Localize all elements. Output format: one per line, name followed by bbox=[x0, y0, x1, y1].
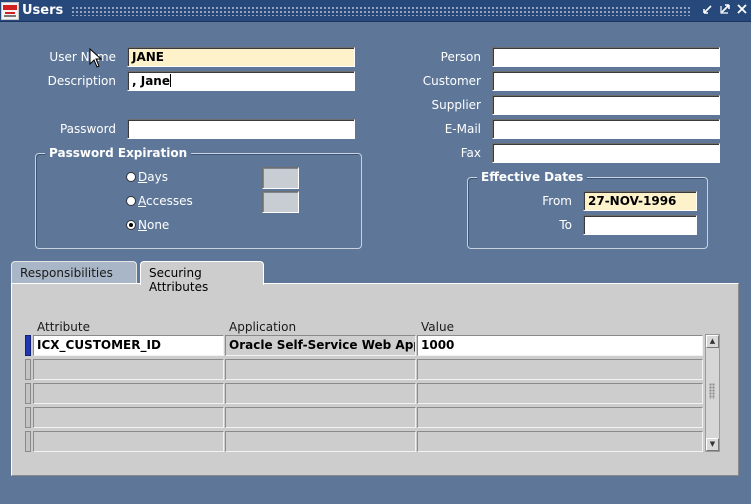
table-cell-value[interactable] bbox=[417, 383, 703, 404]
table-cell-value[interactable] bbox=[417, 359, 703, 380]
table-cell-value[interactable]: 1000 bbox=[417, 335, 703, 356]
table-cell-application[interactable]: Oracle Self-Service Web Appl bbox=[225, 335, 416, 356]
fax-field[interactable] bbox=[492, 143, 720, 163]
restore-down-icon[interactable] bbox=[700, 3, 716, 19]
supplier-label: Supplier bbox=[431, 98, 481, 112]
tab-securing-attributes[interactable]: Securing Attributes bbox=[140, 261, 264, 294]
to-date-field[interactable] bbox=[583, 215, 697, 235]
table-cell-value[interactable] bbox=[417, 407, 703, 428]
row-indicator[interactable] bbox=[25, 407, 31, 428]
titlebar-grip bbox=[71, 5, 692, 16]
days-radio[interactable]: Days bbox=[126, 170, 168, 184]
scroll-up-icon[interactable]: ▲ bbox=[706, 335, 719, 348]
effective-dates-title: Effective Dates bbox=[477, 169, 588, 185]
window-titlebar[interactable]: Users bbox=[0, 0, 751, 22]
maximize-icon[interactable] bbox=[717, 3, 733, 19]
text-caret bbox=[169, 74, 171, 87]
effective-dates-group bbox=[467, 177, 708, 249]
close-icon[interactable] bbox=[734, 3, 750, 19]
password-field[interactable] bbox=[127, 119, 355, 139]
table-cell-application[interactable] bbox=[225, 359, 416, 380]
table-cell-attribute[interactable] bbox=[33, 407, 224, 428]
description-label: Description bbox=[47, 74, 116, 88]
accesses-field[interactable] bbox=[262, 191, 299, 213]
none-radio-label: None bbox=[138, 218, 170, 232]
from-label: From bbox=[542, 194, 572, 208]
password-expiration-title: Password Expiration bbox=[45, 145, 192, 161]
table-cell-attribute[interactable] bbox=[33, 359, 224, 380]
person-field[interactable] bbox=[492, 47, 720, 67]
customer-field[interactable] bbox=[492, 71, 720, 91]
row-indicator-current[interactable] bbox=[25, 335, 31, 356]
row-indicator[interactable] bbox=[25, 359, 31, 380]
accesses-radio[interactable]: Accesses bbox=[126, 194, 193, 208]
mouse-pointer-icon bbox=[89, 48, 103, 68]
table-cell-attribute[interactable]: ICX_CUSTOMER_ID bbox=[33, 335, 224, 356]
customer-label: Customer bbox=[422, 74, 481, 88]
column-header-application: Application bbox=[229, 320, 297, 334]
description-value: , Jane bbox=[132, 74, 170, 88]
scroll-down-icon[interactable]: ▼ bbox=[706, 438, 719, 451]
description-field[interactable]: , Jane bbox=[127, 71, 355, 91]
user-name-field[interactable]: JANE bbox=[127, 47, 355, 67]
scroll-grip-icon[interactable] bbox=[709, 383, 715, 399]
table-scrollbar[interactable]: ▲ ▼ bbox=[705, 334, 720, 452]
tab-responsibilities[interactable]: Responsibilities bbox=[11, 261, 137, 283]
row-indicator[interactable] bbox=[25, 383, 31, 404]
table-cell-attribute[interactable] bbox=[33, 383, 224, 404]
table-cell-value[interactable] bbox=[417, 431, 703, 452]
accesses-radio-label: Accesses bbox=[138, 194, 193, 208]
days-radio-button[interactable] bbox=[126, 172, 136, 182]
table-cell-application[interactable] bbox=[225, 383, 416, 404]
window-title: Users bbox=[22, 3, 64, 18]
none-radio-button[interactable] bbox=[126, 220, 136, 230]
days-field[interactable] bbox=[262, 167, 299, 189]
supplier-field[interactable] bbox=[492, 95, 720, 115]
column-header-attribute: Attribute bbox=[37, 320, 90, 334]
email-field[interactable] bbox=[492, 119, 720, 139]
table-cell-application[interactable] bbox=[225, 431, 416, 452]
table-cell-attribute[interactable] bbox=[33, 431, 224, 452]
accesses-radio-button[interactable] bbox=[126, 196, 136, 206]
password-expiration-group bbox=[35, 153, 362, 249]
fax-label: Fax bbox=[460, 146, 481, 160]
password-label: Password bbox=[59, 122, 116, 136]
oracle-app-icon bbox=[1, 1, 19, 20]
column-header-value: Value bbox=[421, 320, 454, 334]
row-indicator[interactable] bbox=[25, 431, 31, 452]
email-label: E-Mail bbox=[444, 122, 481, 136]
days-radio-label: Days bbox=[138, 170, 168, 184]
from-date-field[interactable]: 27-NOV-1996 bbox=[583, 191, 697, 211]
person-label: Person bbox=[440, 50, 481, 64]
table-cell-application[interactable] bbox=[225, 407, 416, 428]
none-radio[interactable]: None bbox=[126, 218, 169, 232]
to-label: To bbox=[559, 218, 572, 232]
